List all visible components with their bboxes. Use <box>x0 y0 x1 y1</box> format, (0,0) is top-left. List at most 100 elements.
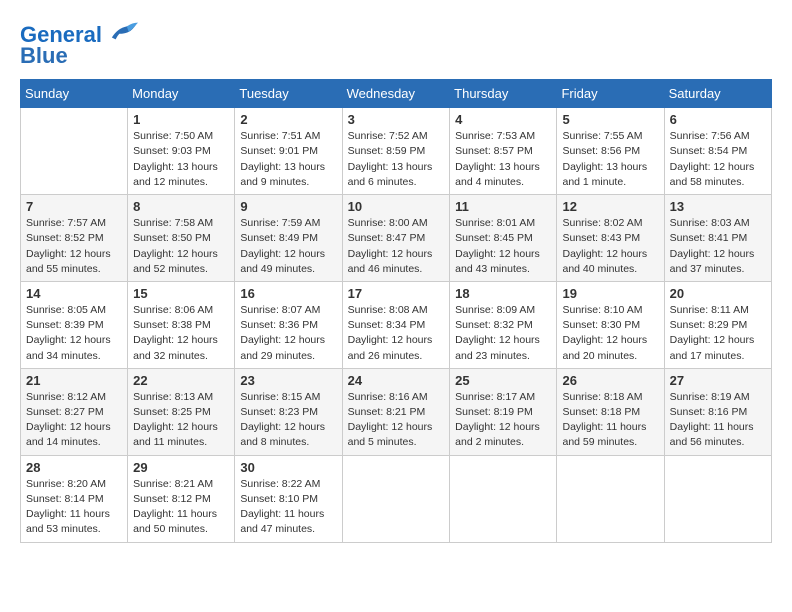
weekday-header-monday: Monday <box>128 80 235 108</box>
weekday-header-saturday: Saturday <box>664 80 771 108</box>
calendar-cell <box>664 455 771 542</box>
calendar-cell: 27 Sunrise: 8:19 AMSunset: 8:16 PMDayligh… <box>664 368 771 455</box>
calendar-cell: 4 Sunrise: 7:53 AMSunset: 8:57 PMDaylight… <box>450 108 557 195</box>
day-number: 11 <box>455 199 551 214</box>
day-number: 3 <box>348 112 445 127</box>
day-number: 26 <box>562 373 658 388</box>
calendar-table: SundayMondayTuesdayWednesdayThursdayFrid… <box>20 79 772 542</box>
calendar-cell: 15 Sunrise: 8:06 AMSunset: 8:38 PMDayligh… <box>128 281 235 368</box>
day-number: 5 <box>562 112 658 127</box>
calendar-cell: 2Sunrise: 7:51 AMSunset: 9:01 PMDaylight… <box>235 108 342 195</box>
day-detail: Sunrise: 7:50 AMSunset: 9:03 PMDaylight:… <box>133 129 229 190</box>
day-number: 10 <box>348 199 445 214</box>
day-number: 19 <box>562 286 658 301</box>
day-number: 22 <box>133 373 229 388</box>
calendar-cell: 11 Sunrise: 8:01 AMSunset: 8:45 PMDayligh… <box>450 195 557 282</box>
day-detail: Sunrise: 7:56 AMSunset: 8:54 PMDaylight:… <box>670 129 766 190</box>
day-detail: Sunrise: 8:06 AMSunset: 8:38 PMDaylight:… <box>133 303 229 364</box>
day-detail: Sunrise: 7:55 AMSunset: 8:56 PMDaylight:… <box>562 129 658 190</box>
day-number: 30 <box>240 460 336 475</box>
calendar-cell: 9Sunrise: 7:59 AMSunset: 8:49 PMDaylight… <box>235 195 342 282</box>
calendar-cell: 30 Sunrise: 8:22 AMSunset: 8:10 PMDayligh… <box>235 455 342 542</box>
calendar-week-row: 14 Sunrise: 8:05 AMSunset: 8:39 PMDayligh… <box>21 281 772 368</box>
calendar-week-row: 1 Sunrise: 7:50 AMSunset: 9:03 PMDaylight… <box>21 108 772 195</box>
day-detail: Sunrise: 8:08 AMSunset: 8:34 PMDaylight:… <box>348 303 445 364</box>
calendar-cell: 17 Sunrise: 8:08 AMSunset: 8:34 PMDayligh… <box>342 281 450 368</box>
day-number: 14 <box>26 286 122 301</box>
calendar-week-row: 21Sunrise: 8:12 AMSunset: 8:27 PMDayligh… <box>21 368 772 455</box>
calendar-cell: 14 Sunrise: 8:05 AMSunset: 8:39 PMDayligh… <box>21 281 128 368</box>
logo-bird-icon <box>110 20 138 42</box>
day-number: 7 <box>26 199 122 214</box>
day-detail: Sunrise: 8:17 AMSunset: 8:19 PMDaylight:… <box>455 390 551 451</box>
logo-blue: Blue <box>20 43 138 69</box>
calendar-cell: 7 Sunrise: 7:57 AMSunset: 8:52 PMDaylight… <box>21 195 128 282</box>
weekday-header-wednesday: Wednesday <box>342 80 450 108</box>
day-number: 27 <box>670 373 766 388</box>
calendar-week-row: 28Sunrise: 8:20 AMSunset: 8:14 PMDayligh… <box>21 455 772 542</box>
calendar-cell: 22 Sunrise: 8:13 AMSunset: 8:25 PMDayligh… <box>128 368 235 455</box>
calendar-cell: 12Sunrise: 8:02 AMSunset: 8:43 PMDayligh… <box>557 195 664 282</box>
calendar-cell: 1 Sunrise: 7:50 AMSunset: 9:03 PMDaylight… <box>128 108 235 195</box>
day-detail: Sunrise: 8:21 AMSunset: 8:12 PMDaylight:… <box>133 477 229 538</box>
day-detail: Sunrise: 8:00 AMSunset: 8:47 PMDaylight:… <box>348 216 445 277</box>
day-detail: Sunrise: 8:02 AMSunset: 8:43 PMDaylight:… <box>562 216 658 277</box>
day-number: 1 <box>133 112 229 127</box>
day-detail: Sunrise: 8:18 AMSunset: 8:18 PMDaylight:… <box>562 390 658 451</box>
day-number: 9 <box>240 199 336 214</box>
day-number: 6 <box>670 112 766 127</box>
calendar-cell <box>557 455 664 542</box>
calendar-cell: 6 Sunrise: 7:56 AMSunset: 8:54 PMDaylight… <box>664 108 771 195</box>
day-number: 20 <box>670 286 766 301</box>
calendar-cell: 10 Sunrise: 8:00 AMSunset: 8:47 PMDayligh… <box>342 195 450 282</box>
day-detail: Sunrise: 7:52 AMSunset: 8:59 PMDaylight:… <box>348 129 445 190</box>
calendar-cell <box>342 455 450 542</box>
page-header: General Blue <box>20 20 772 69</box>
logo: General Blue <box>20 20 138 69</box>
day-detail: Sunrise: 8:05 AMSunset: 8:39 PMDaylight:… <box>26 303 122 364</box>
calendar-cell: 28Sunrise: 8:20 AMSunset: 8:14 PMDayligh… <box>21 455 128 542</box>
day-number: 29 <box>133 460 229 475</box>
calendar-cell: 25 Sunrise: 8:17 AMSunset: 8:19 PMDayligh… <box>450 368 557 455</box>
weekday-header-row: SundayMondayTuesdayWednesdayThursdayFrid… <box>21 80 772 108</box>
day-number: 8 <box>133 199 229 214</box>
day-number: 13 <box>670 199 766 214</box>
calendar-cell: 24Sunrise: 8:16 AMSunset: 8:21 PMDayligh… <box>342 368 450 455</box>
day-number: 17 <box>348 286 445 301</box>
day-detail: Sunrise: 8:22 AMSunset: 8:10 PMDaylight:… <box>240 477 336 538</box>
calendar-cell: 13Sunrise: 8:03 AMSunset: 8:41 PMDayligh… <box>664 195 771 282</box>
day-detail: Sunrise: 7:58 AMSunset: 8:50 PMDaylight:… <box>133 216 229 277</box>
calendar-cell <box>450 455 557 542</box>
calendar-cell <box>21 108 128 195</box>
day-number: 25 <box>455 373 551 388</box>
day-detail: Sunrise: 8:10 AMSunset: 8:30 PMDaylight:… <box>562 303 658 364</box>
calendar-week-row: 7 Sunrise: 7:57 AMSunset: 8:52 PMDaylight… <box>21 195 772 282</box>
day-detail: Sunrise: 7:51 AMSunset: 9:01 PMDaylight:… <box>240 129 336 190</box>
day-detail: Sunrise: 8:12 AMSunset: 8:27 PMDaylight:… <box>26 390 122 451</box>
day-number: 18 <box>455 286 551 301</box>
calendar-cell: 8 Sunrise: 7:58 AMSunset: 8:50 PMDaylight… <box>128 195 235 282</box>
day-number: 24 <box>348 373 445 388</box>
calendar-cell: 16Sunrise: 8:07 AMSunset: 8:36 PMDayligh… <box>235 281 342 368</box>
calendar-cell: 23 Sunrise: 8:15 AMSunset: 8:23 PMDayligh… <box>235 368 342 455</box>
day-detail: Sunrise: 8:13 AMSunset: 8:25 PMDaylight:… <box>133 390 229 451</box>
day-detail: Sunrise: 7:53 AMSunset: 8:57 PMDaylight:… <box>455 129 551 190</box>
calendar-cell: 21Sunrise: 8:12 AMSunset: 8:27 PMDayligh… <box>21 368 128 455</box>
calendar-cell: 18 Sunrise: 8:09 AMSunset: 8:32 PMDayligh… <box>450 281 557 368</box>
day-detail: Sunrise: 8:15 AMSunset: 8:23 PMDaylight:… <box>240 390 336 451</box>
day-number: 16 <box>240 286 336 301</box>
weekday-header-tuesday: Tuesday <box>235 80 342 108</box>
day-number: 4 <box>455 112 551 127</box>
day-detail: Sunrise: 8:09 AMSunset: 8:32 PMDaylight:… <box>455 303 551 364</box>
day-detail: Sunrise: 8:20 AMSunset: 8:14 PMDaylight:… <box>26 477 122 538</box>
calendar-cell: 26 Sunrise: 8:18 AMSunset: 8:18 PMDayligh… <box>557 368 664 455</box>
day-detail: Sunrise: 8:01 AMSunset: 8:45 PMDaylight:… <box>455 216 551 277</box>
calendar-cell: 19 Sunrise: 8:10 AMSunset: 8:30 PMDayligh… <box>557 281 664 368</box>
calendar-cell: 3 Sunrise: 7:52 AMSunset: 8:59 PMDaylight… <box>342 108 450 195</box>
day-detail: Sunrise: 8:19 AMSunset: 8:16 PMDaylight:… <box>670 390 766 451</box>
day-number: 23 <box>240 373 336 388</box>
day-detail: Sunrise: 7:57 AMSunset: 8:52 PMDaylight:… <box>26 216 122 277</box>
calendar-cell: 29 Sunrise: 8:21 AMSunset: 8:12 PMDayligh… <box>128 455 235 542</box>
calendar-cell: 5 Sunrise: 7:55 AMSunset: 8:56 PMDaylight… <box>557 108 664 195</box>
day-number: 15 <box>133 286 229 301</box>
